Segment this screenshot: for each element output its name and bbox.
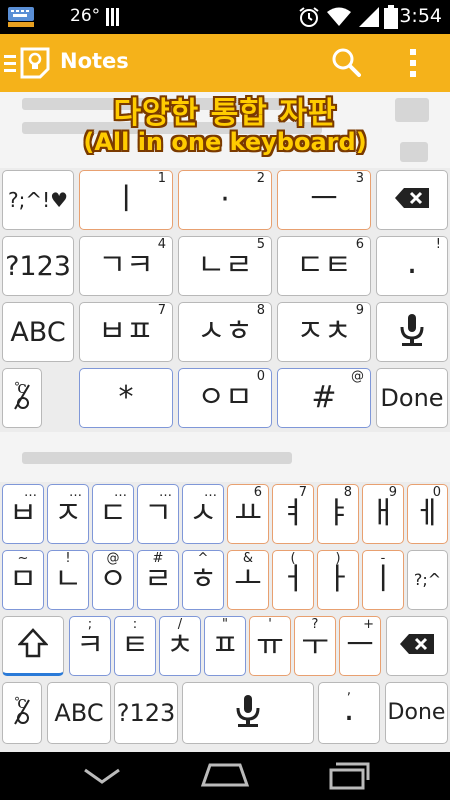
key-o[interactable]: ㅗ & bbox=[227, 550, 269, 610]
key-numbers[interactable]: ?123 bbox=[114, 682, 178, 744]
key-k[interactable]: ㅋ; bbox=[69, 616, 111, 676]
key-u[interactable]: ㅜ? bbox=[294, 616, 336, 676]
clock: 13:54 bbox=[387, 5, 442, 27]
key-h[interactable]: ㅎ ^ bbox=[182, 550, 224, 610]
status-bar: 26° 13:54 bbox=[0, 0, 450, 34]
key-ya[interactable]: ㅑ8 bbox=[317, 484, 359, 544]
wifi-icon bbox=[326, 6, 352, 28]
backspace-icon bbox=[394, 187, 430, 213]
keyboard-chunjiin: ?;^!♥ ㅣ 1 · 2 ㅡ 3 ?123 ㄱㅋ 4 ㄴㄹ 5 ㄷㅌ 6 . … bbox=[0, 168, 450, 432]
key-s[interactable]: ㅅ… bbox=[182, 484, 224, 544]
key-t[interactable]: ㅌ: bbox=[114, 616, 156, 676]
key-d-t[interactable]: ㄷㅌ 6 bbox=[277, 236, 371, 296]
key-b[interactable]: ㅂ… bbox=[2, 484, 44, 544]
key-period[interactable]: ., bbox=[318, 682, 380, 744]
key-numbers[interactable]: ?123 bbox=[2, 236, 74, 296]
app-title: Notes bbox=[60, 49, 129, 73]
key-vowel-dot[interactable]: · 2 bbox=[178, 170, 272, 230]
key-yeo[interactable]: ㅕ7 bbox=[272, 484, 314, 544]
alarm-icon bbox=[298, 6, 320, 28]
home-icon[interactable] bbox=[200, 762, 250, 788]
key-vowel-eu[interactable]: ㅡ 3 bbox=[277, 170, 371, 230]
key-ch[interactable]: ㅊ / bbox=[159, 616, 201, 676]
key-r[interactable]: ㄹ # bbox=[137, 550, 179, 610]
microphone-icon bbox=[234, 694, 262, 732]
key-j[interactable]: ㅈ… bbox=[47, 484, 89, 544]
temperature: 26° bbox=[70, 6, 101, 26]
key-b-p[interactable]: ㅂㅍ 7 bbox=[79, 302, 173, 362]
key-p[interactable]: ㅍ " bbox=[204, 616, 246, 676]
key-abc[interactable]: ABC bbox=[47, 682, 111, 744]
overflow-menu-icon[interactable] bbox=[408, 47, 418, 79]
navigation-bar bbox=[0, 752, 450, 800]
key-ng[interactable]: ㅇ @ bbox=[92, 550, 134, 610]
keyboard-notification-icon bbox=[8, 7, 34, 27]
key-m[interactable]: ㅁ ~ bbox=[2, 550, 44, 610]
key-d[interactable]: ㄷ… bbox=[92, 484, 134, 544]
key-eu[interactable]: ㅡ + bbox=[339, 616, 381, 676]
back-icon[interactable] bbox=[82, 766, 122, 786]
recent-apps-icon[interactable] bbox=[328, 762, 372, 790]
key-symbols[interactable]: ?;^!♥ bbox=[2, 170, 74, 230]
notes-list-strip bbox=[0, 432, 450, 482]
signal-icon bbox=[358, 6, 380, 28]
svg-text:°: ° bbox=[14, 695, 20, 709]
key-n-r[interactable]: ㄴㄹ 5 bbox=[178, 236, 272, 296]
settings-symbol-icon: c ° bbox=[9, 692, 35, 734]
key-voice[interactable] bbox=[376, 302, 448, 362]
banner-english: (All in one keyboard) bbox=[83, 128, 367, 156]
key-backspace[interactable] bbox=[376, 170, 448, 230]
key-yo[interactable]: ㅛ6 bbox=[227, 484, 269, 544]
notes-app-icon[interactable] bbox=[20, 47, 50, 79]
search-icon[interactable] bbox=[331, 47, 361, 77]
key-shift[interactable] bbox=[2, 616, 64, 676]
key-abc[interactable]: ABC bbox=[2, 302, 74, 362]
key-done[interactable]: Done bbox=[385, 682, 448, 744]
key-space-voice[interactable] bbox=[182, 682, 314, 744]
key-g[interactable]: ㄱ… bbox=[137, 484, 179, 544]
backspace-icon bbox=[399, 633, 435, 659]
key-s-h[interactable]: ㅅㅎ 8 bbox=[178, 302, 272, 362]
banner-korean: 다양한 통합 자판 bbox=[113, 96, 337, 131]
key-done[interactable]: Done bbox=[376, 368, 448, 428]
key-period[interactable]: . ! bbox=[376, 236, 448, 296]
key-e[interactable]: ㅔ0 bbox=[407, 484, 448, 544]
key-settings[interactable]: c ° bbox=[2, 368, 42, 428]
key-backspace[interactable] bbox=[386, 616, 448, 676]
key-asterisk[interactable]: * bbox=[79, 368, 173, 428]
key-hash[interactable]: # @ bbox=[277, 368, 371, 428]
action-bar: Notes bbox=[0, 34, 450, 92]
key-j-ch[interactable]: ㅈㅊ 9 bbox=[277, 302, 371, 362]
key-ae[interactable]: ㅐ9 bbox=[362, 484, 404, 544]
menu-icon[interactable] bbox=[4, 52, 16, 74]
shift-icon bbox=[17, 628, 49, 662]
sim-icon bbox=[106, 8, 120, 26]
microphone-icon bbox=[398, 313, 426, 351]
key-symbols[interactable]: ?;^ bbox=[407, 550, 448, 610]
settings-symbol-icon: c ° bbox=[9, 377, 35, 419]
key-vowel-i[interactable]: ㅣ 1 bbox=[79, 170, 173, 230]
key-n[interactable]: ㄴ! bbox=[47, 550, 89, 610]
key-g-k[interactable]: ㄱㅋ 4 bbox=[79, 236, 173, 296]
key-yu[interactable]: ㅠ ' bbox=[249, 616, 291, 676]
key-ng-m[interactable]: ㅇㅁ 0 bbox=[178, 368, 272, 428]
key-i[interactable]: ㅣ- bbox=[362, 550, 404, 610]
key-eo[interactable]: ㅓ( bbox=[272, 550, 314, 610]
key-a[interactable]: ㅏ) bbox=[317, 550, 359, 610]
keyboard-dubeolsik: ㅂ… ㅈ… ㄷ… ㄱ… ㅅ… ㅛ6 ㅕ7 ㅑ8 ㅐ9 ㅔ0 ㅁ ~ ㄴ! ㅇ @ ㄹ… bbox=[0, 482, 450, 752]
svg-text:°: ° bbox=[14, 380, 20, 394]
key-settings[interactable]: c ° bbox=[2, 682, 42, 744]
